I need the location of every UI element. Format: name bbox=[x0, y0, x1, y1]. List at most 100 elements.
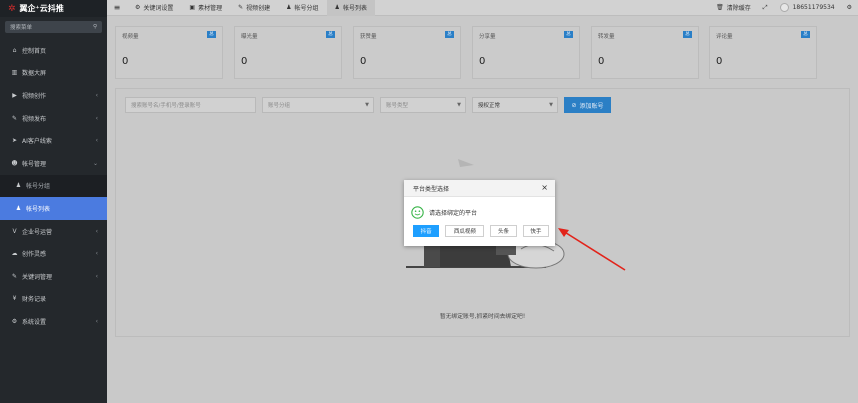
menu-search-input[interactable]: 搜索菜单 ⚲ bbox=[5, 21, 102, 33]
menu-search-placeholder: 搜索菜单 bbox=[10, 25, 33, 31]
dialog-title: 平台类型选择 bbox=[413, 185, 450, 193]
caret-down-icon: ▼ bbox=[457, 102, 461, 108]
sidebar-item-label: 财务记录 bbox=[22, 296, 47, 304]
chevron-left-icon: ‹ bbox=[95, 250, 98, 258]
app-logo[interactable]: ✲ 翼企⁺云抖推 bbox=[0, 0, 107, 17]
stat-badge: 总 bbox=[326, 31, 335, 38]
user-menu[interactable]: 18651179534 bbox=[779, 3, 835, 12]
sidebar-item-enterprise[interactable]: V 企业号运营 ‹ bbox=[0, 220, 107, 243]
caret-down-icon: ▼ bbox=[549, 102, 553, 108]
sidebar-item-keywords[interactable]: ✎ 关键词管理 ‹ bbox=[0, 265, 107, 288]
tag-icon: ✎ bbox=[11, 272, 18, 280]
stat-value: 0 bbox=[241, 56, 248, 67]
sidebar-item-account-manage[interactable]: ☻ 帐号管理 ⌄ bbox=[0, 152, 107, 175]
tab-material[interactable]: ▣ 素材管理 bbox=[181, 0, 230, 16]
stat-card-exposure: 曝光量 总 0 bbox=[234, 26, 342, 79]
sidebar-item-label: 帐号管理 bbox=[22, 160, 47, 168]
gear-icon: ⚙ bbox=[135, 4, 141, 11]
chevron-left-icon: ‹ bbox=[95, 114, 98, 122]
chevron-left-icon: ‹ bbox=[95, 227, 98, 235]
tab-label: 帐号分组 bbox=[294, 5, 319, 12]
sidebar-item-label: 视频创作 bbox=[22, 92, 47, 100]
chevron-left-icon: ‹ bbox=[95, 137, 98, 145]
sidebar-item-dashboard[interactable]: ▥ 数据大屏 bbox=[0, 62, 107, 85]
auth-status-value: 授权正常 bbox=[478, 103, 501, 109]
stat-badge: 总 bbox=[564, 31, 573, 38]
user-icon: ♟ bbox=[15, 204, 22, 212]
user-icon: ♟ bbox=[334, 4, 340, 11]
stat-badge: 总 bbox=[207, 31, 216, 38]
stat-card-forwards: 转发量 总 0 bbox=[591, 26, 699, 79]
sidebar-item-account-group[interactable]: ♟ 帐号分组 bbox=[0, 174, 107, 198]
navigation-icon: ➤ bbox=[11, 137, 18, 145]
stat-badge: 总 bbox=[683, 31, 692, 38]
sidebar-item-ai-leads[interactable]: ➤ AI客户线索 ‹ bbox=[0, 129, 107, 152]
user-icon: ☻ bbox=[11, 159, 18, 167]
logo-icon: ✲ bbox=[8, 3, 16, 14]
platform-select-dialog: 平台类型选择 × 请选择绑定的平台 抖音 西瓜视频 头条 快手 bbox=[404, 180, 555, 246]
sidebar-item-home[interactable]: ⌂ 控制首页 bbox=[0, 39, 107, 62]
sidebar-item-account-list[interactable]: ♟ 帐号列表 bbox=[0, 197, 107, 220]
stat-card-comments: 评论量 总 0 bbox=[709, 26, 817, 79]
user-icon: ♟ bbox=[286, 4, 292, 11]
stat-label: 曝光量 bbox=[241, 34, 258, 40]
image-icon: ▣ bbox=[189, 4, 196, 11]
logo-text: 翼企⁺云抖推 bbox=[19, 4, 64, 13]
add-account-button[interactable]: ⊘ 添加账号 bbox=[564, 97, 611, 113]
stat-badge: 总 bbox=[445, 31, 454, 38]
platform-kuaishou-button[interactable]: 快手 bbox=[522, 225, 550, 237]
platform-toutiao-button[interactable]: 头条 bbox=[490, 225, 517, 237]
account-search-input[interactable]: 搜索账号名/手机号/登录账号 bbox=[125, 97, 256, 113]
stat-badge: 总 bbox=[801, 31, 810, 38]
send-icon: ✎ bbox=[11, 114, 18, 122]
tab-keyword-settings[interactable]: ⚙ 关键词设置 bbox=[127, 0, 181, 16]
sidebar-item-video-publish[interactable]: ✎ 视频发布 ‹ bbox=[0, 107, 107, 130]
search-icon: ⚲ bbox=[92, 24, 97, 30]
sidebar-item-label: 控制首页 bbox=[22, 47, 47, 55]
top-navigation: ≡ ⚙ 关键词设置 ▣ 素材管理 ✎ 视频创建 ♟ 帐号分组 ♟ 帐号列表 🗑 … bbox=[107, 0, 858, 16]
caret-down-icon: ▼ bbox=[365, 102, 369, 108]
username: 18651179534 bbox=[792, 4, 835, 11]
stat-label: 分享量 bbox=[479, 34, 496, 40]
tab-account-group[interactable]: ♟ 帐号分组 bbox=[278, 0, 326, 16]
tab-account-list[interactable]: ♟ 帐号列表 bbox=[326, 0, 375, 16]
dialog-button-row: 抖音 西瓜视频 头条 快手 bbox=[404, 219, 555, 237]
sidebar-item-label: 关键词管理 bbox=[22, 273, 53, 281]
auth-status-select[interactable]: 授权正常 ▼ bbox=[472, 97, 558, 113]
account-group-select[interactable]: 账号分组 ▼ bbox=[262, 97, 374, 113]
tab-video-create[interactable]: ✎ 视频创建 bbox=[230, 0, 278, 16]
edit-icon: ✎ bbox=[238, 4, 244, 11]
sidebar-item-settings[interactable]: ⚙ 系统设置 ‹ bbox=[0, 310, 107, 333]
group-placeholder: 账号分组 bbox=[268, 103, 291, 109]
clear-cache-label: 清除缓存 bbox=[726, 5, 751, 12]
close-icon[interactable]: × bbox=[541, 183, 548, 192]
trash-icon: 🗑 bbox=[716, 4, 724, 11]
home-icon: ⌂ bbox=[12, 46, 17, 54]
menu-toggle-icon[interactable]: ≡ bbox=[107, 3, 127, 12]
sidebar-item-label: 数据大屏 bbox=[22, 70, 47, 78]
stat-value: 0 bbox=[716, 56, 723, 67]
search-placeholder: 搜索账号名/手机号/登录账号 bbox=[131, 103, 201, 109]
stat-value: 0 bbox=[479, 56, 486, 67]
stat-label: 视频量 bbox=[122, 34, 139, 40]
chevron-left-icon: ‹ bbox=[95, 91, 98, 99]
yen-icon: ¥ bbox=[12, 295, 17, 303]
cloud-icon: ☁ bbox=[11, 250, 18, 258]
stat-card-likes: 获赞量 总 0 bbox=[353, 26, 461, 79]
platform-douyin-button[interactable]: 抖音 bbox=[413, 225, 440, 237]
fullscreen-button[interactable]: ⤢ bbox=[763, 4, 768, 12]
clear-cache-button[interactable]: 🗑 清除缓存 bbox=[716, 3, 751, 12]
sidebar-item-inspiration[interactable]: ☁ 创作灵感 ‹ bbox=[0, 242, 107, 265]
tab-label: 关键词设置 bbox=[143, 5, 174, 12]
add-account-label: 添加账号 bbox=[579, 102, 604, 110]
sidebar-item-finance[interactable]: ¥ 财务记录 bbox=[0, 288, 107, 311]
smile-icon bbox=[411, 206, 424, 219]
settings-button[interactable]: ⚙ bbox=[847, 4, 852, 11]
avatar bbox=[779, 3, 789, 12]
stat-label: 获赞量 bbox=[360, 34, 377, 40]
stat-value: 0 bbox=[360, 56, 367, 67]
sidebar-item-video-create[interactable]: ▶ 视频创作 ‹ bbox=[0, 84, 107, 107]
dialog-header: 平台类型选择 × bbox=[404, 180, 555, 197]
account-type-select[interactable]: 账号类型 ▼ bbox=[380, 97, 466, 113]
platform-xigua-button[interactable]: 西瓜视频 bbox=[445, 225, 485, 237]
